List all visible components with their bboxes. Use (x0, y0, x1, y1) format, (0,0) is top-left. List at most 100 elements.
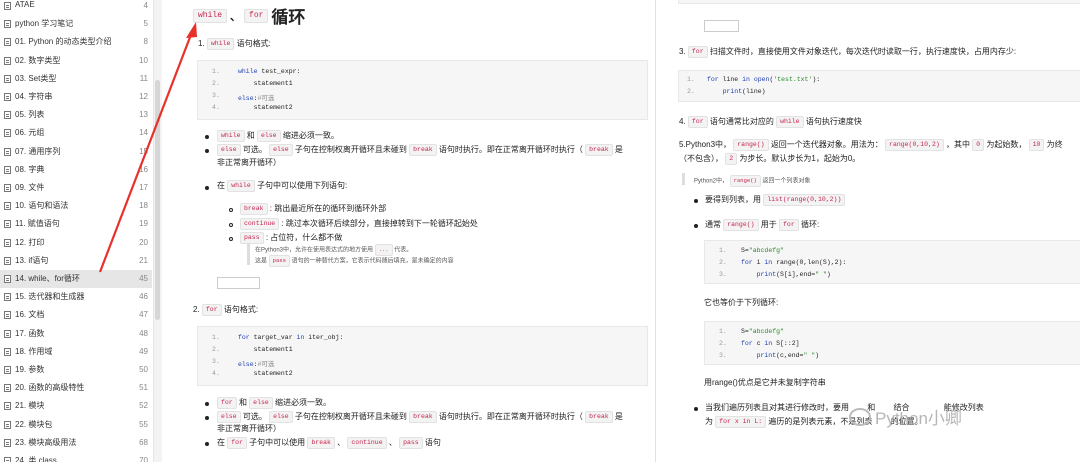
bullet (205, 186, 209, 190)
sidebar-item[interactable]: 03. Set类型 11 (0, 70, 152, 88)
sidebar-item-label: python 学习笔记 (15, 19, 74, 29)
sidebar-item-page-number: 17 (139, 183, 148, 192)
sidebar-item[interactable]: 15. 迭代器和生成器 46 (0, 288, 152, 306)
sub-item-break: break : 跳出最近所在的循环到循环外部 (240, 203, 386, 215)
list-item: 在 for 子句中可以使用 break 、 continue 、 pass 语句 (217, 437, 441, 449)
paragraph-3: 3. for 扫描文件时，直接使用文件对象迭代，每次迭代时读取一行，执行速度快，… (679, 46, 1017, 58)
sidebar-item[interactable]: 24. 类 class 70 (0, 452, 152, 462)
sidebar-item[interactable]: 21. 模块 52 (0, 397, 152, 415)
document-icon (4, 293, 11, 302)
watermark-text: Python小卿 (875, 409, 962, 428)
sidebar-item[interactable]: 02. 数字类型 10 (0, 52, 152, 70)
sidebar-item[interactable]: 08. 字典 16 (0, 161, 152, 179)
sidebar-item[interactable]: 06. 元组 14 (0, 124, 152, 142)
sidebar-item[interactable]: 01. Python 的动态类型介绍 8 (0, 33, 152, 51)
document-icon (4, 347, 11, 356)
document-icon (4, 275, 11, 283)
sidebar-item-label: 15. 迭代器和生成器 (15, 292, 85, 302)
bullet (694, 224, 698, 228)
code-block-for: 1. for target_var in iter_obj: 2. stateme… (197, 326, 648, 386)
sidebar-item[interactable]: 07. 通用序列 15 (0, 143, 152, 161)
bullet (694, 199, 698, 203)
sidebar-item-label: 18. 作用域 (15, 346, 53, 356)
code-block-partial-top (678, 0, 1080, 4)
sidebar-item-label: 23. 模块高级用法 (15, 437, 77, 447)
document-icon (4, 93, 11, 101)
sidebar-item-page-number: 16 (139, 164, 148, 174)
sidebar-item[interactable]: 12. 打印 20 (0, 234, 152, 252)
sidebar-item[interactable]: python 学习笔记 5 (0, 15, 152, 33)
document-icon (4, 111, 11, 120)
sidebar-item-label: ATAE (15, 0, 35, 9)
sidebar-item-page-number: 48 (139, 328, 148, 338)
sidebar-item[interactable]: 14. while、for循环 45 (0, 270, 152, 288)
document-icon (4, 202, 11, 211)
sidebar-item[interactable]: 17. 函数 48 (0, 325, 152, 343)
title-tag-for: for (244, 8, 269, 23)
sidebar-scrollbar-thumb[interactable] (155, 80, 160, 320)
code-block-file-iter: 1. for line in open('test.txt'): 2. print… (678, 70, 1080, 102)
sidebar-item-label: 17. 函数 (15, 328, 45, 338)
sidebar-item[interactable]: 10. 语句和语法 18 (0, 197, 152, 215)
document-icon (4, 147, 11, 156)
list-item: 在 while 子句中可以使用下列语句: (217, 180, 348, 192)
sidebar-item-label: 01. Python 的动态类型介绍 (15, 37, 112, 47)
sidebar-item-label: 05. 列表 (15, 110, 45, 120)
list-item: else 可选。 else 子句在控制权离开循环且未碰到 break 语句时执行… (217, 411, 623, 423)
sidebar-item[interactable]: 22. 模块包 55 (0, 416, 152, 434)
sidebar-item-label: 22. 模块包 (15, 419, 53, 429)
sidebar-item-label: 10. 语句和语法 (15, 201, 69, 211)
note-line-2: 这是 pass 语句的一种替代方案，它表示代码随后填充，是未确定的内容 (255, 255, 454, 267)
sidebar-item-label: 03. Set类型 (15, 73, 57, 83)
sidebar-item[interactable]: 16. 文档 47 (0, 306, 152, 324)
sidebar-item[interactable]: 20. 函数的高级特性 51 (0, 379, 152, 397)
document-icon (4, 165, 11, 174)
sidebar-item-page-number: 68 (139, 437, 148, 447)
wechat-icon (849, 407, 871, 426)
sidebar-item[interactable]: 19. 参数 50 (0, 361, 152, 379)
document-icon (4, 220, 11, 229)
document-icon (4, 420, 11, 429)
sidebar-item-page-number: 20 (139, 237, 148, 247)
document-icon (4, 329, 11, 338)
title-tag-while: while (193, 8, 228, 23)
sidebar-item-page-number: 8 (143, 37, 148, 47)
sidebar-item-label: 19. 参数 (15, 365, 45, 374)
document-icon (4, 20, 11, 29)
sidebar-item-label: 12. 打印 (15, 237, 45, 247)
document-icon (4, 457, 11, 462)
sidebar-item-page-number: 47 (139, 310, 148, 320)
sidebar-item[interactable]: 09. 文件 17 (0, 179, 152, 197)
sidebar-item[interactable]: 11. 赋值语句 19 (0, 215, 152, 233)
sidebar-item[interactable]: 05. 列表 13 (0, 106, 152, 124)
document-icon (4, 129, 11, 138)
sidebar-item[interactable]: ATAE 4 (0, 0, 152, 15)
sidebar-item-label: 20. 函数的高级特性 (15, 383, 85, 393)
sidebar-item-page-number: 45 (139, 274, 148, 283)
sidebar-item-label: 11. 赋值语句 (15, 219, 60, 229)
bullet (205, 442, 209, 446)
sidebar-item[interactable]: 18. 作用域 49 (0, 343, 152, 361)
sidebar-item[interactable]: 04. 字符串 12 (0, 88, 152, 106)
document-icon (4, 366, 11, 374)
document-icon (4, 38, 11, 47)
sidebar-item-label: 16. 文档 (15, 310, 45, 320)
sidebar-item-page-number: 14 (139, 128, 148, 138)
sidebar-item-page-number: 52 (139, 401, 148, 411)
sidebar-item-page-number: 19 (139, 219, 148, 229)
title-separator: 、 (230, 10, 242, 23)
list-item: for 和 else 缩进必须一致。 (217, 397, 331, 409)
watermark: Python小卿 (849, 404, 962, 429)
empty-placeholder-box (704, 20, 739, 32)
sidebar-item-page-number: 50 (139, 365, 148, 374)
document-icon (4, 2, 11, 10)
sidebar-item-page-number: 13 (139, 110, 148, 120)
heading-while-syntax: 1. while 语句格式: (198, 38, 271, 50)
document-icon (4, 56, 11, 65)
sub-bullet (229, 208, 233, 212)
sidebar-item[interactable]: 23. 模块高级用法 68 (0, 434, 152, 452)
document-icon (4, 74, 11, 83)
sidebar-item[interactable]: 13. if语句 21 (0, 252, 152, 270)
sidebar-item-label: 04. 字符串 (15, 92, 53, 101)
advantage-text: 用range()优点是它并未复制字符串 (704, 378, 826, 387)
